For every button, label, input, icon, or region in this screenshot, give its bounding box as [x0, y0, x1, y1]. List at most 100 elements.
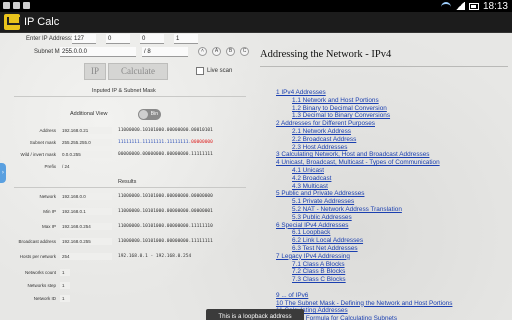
- class-b-button[interactable]: B: [226, 47, 235, 56]
- toc-link[interactable]: 2.3 Host Addresses: [276, 144, 452, 152]
- row-label: Broadcast address: [18, 239, 56, 244]
- broadcast-value: 192.168.0.255: [60, 238, 112, 245]
- toc-link[interactable]: 2.2 Broadcast Address: [276, 136, 452, 144]
- divider: [14, 187, 246, 188]
- app-title: IP Calc: [24, 16, 60, 28]
- wildcard-value: 0.0.0.255: [60, 151, 112, 158]
- class-c-button[interactable]: C: [240, 47, 249, 56]
- ip-button[interactable]: IP: [84, 63, 106, 80]
- toc-link[interactable]: [276, 284, 452, 292]
- subnet-mask-field[interactable]: 255.0.0.0: [60, 47, 136, 57]
- toc-link[interactable]: 10 The Subnet Mask - Defining the Networ…: [276, 300, 452, 308]
- network-value: 192.168.0.0: [60, 193, 112, 200]
- toc-link[interactable]: 5 Public and Private Addresses: [276, 190, 452, 198]
- ip-octet-2[interactable]: 0: [106, 34, 130, 44]
- row-label: Hosts per network: [19, 254, 56, 259]
- live-scan-label: Live scan: [207, 68, 233, 74]
- toc-link[interactable]: 6.1 Loopback: [276, 229, 452, 237]
- hosts-range: 192.168.0.1 - 192.168.0.254: [118, 254, 192, 259]
- notification-icon: [3, 2, 10, 9]
- clock: 18:13: [482, 0, 508, 12]
- live-scan-checkbox[interactable]: [196, 67, 204, 75]
- table-of-contents: 1 IPv4 Addresses 1.1 Network and Host Por…: [276, 89, 452, 320]
- wildcard-binary: 00000000.00000000.00000000.11111111: [118, 152, 213, 157]
- networks-count-value: 1: [60, 269, 70, 276]
- class-a-button[interactable]: A: [212, 47, 221, 56]
- mask-host-bits: 00000000: [191, 140, 213, 145]
- toc-link[interactable]: 5.3 Public Addresses: [276, 214, 452, 222]
- toc-link[interactable]: 4.1 Unicast: [276, 167, 452, 175]
- row-label: Subnet mask: [29, 140, 56, 145]
- row-label: Prefix: [44, 164, 56, 169]
- toc-link[interactable]: 6 Special IPv4 Addresses: [276, 222, 452, 230]
- doc-title-rule: [260, 66, 508, 67]
- network-binary: 11000000.10101000.00000000.00000000: [118, 194, 213, 199]
- networks-step-value: 1: [60, 282, 70, 289]
- row-label: Networks count: [24, 270, 56, 275]
- subnet-mask-value: 255.255.255.0: [60, 139, 112, 146]
- doc-title: Addressing the Network - IPv4: [260, 49, 392, 60]
- toc-link[interactable]: 3 Calculating Network, Host and Broadcas…: [276, 151, 452, 159]
- toc-link[interactable]: 1.2 Binary to Decimal Conversion: [276, 105, 452, 113]
- address-binary: 11000000.10101000.00000000.00010101: [118, 128, 213, 133]
- prefix-value: / 24: [60, 163, 74, 170]
- toc-link[interactable]: 4 Unicast, Broadcast, Multicast - Types …: [276, 159, 452, 167]
- signal-icon: [454, 2, 465, 10]
- content-area: › Enter IP Address: 127 0 0 1 Subnet Mas…: [0, 33, 512, 320]
- toc-link[interactable]: 9 ... of IPv6: [276, 292, 452, 300]
- results-title: Results: [118, 179, 137, 185]
- status-bar: 18:13: [0, 0, 512, 12]
- min-ip-value: 192.168.0.1: [60, 208, 112, 215]
- row-label: Network: [39, 194, 56, 199]
- toc-link[interactable]: 7.2 Class B Blocks: [276, 268, 452, 276]
- ip-label: Enter IP Address:: [26, 36, 73, 42]
- toc-link[interactable]: 1.1 Network and Host Portions: [276, 97, 452, 105]
- max-ip-binary: 11000000.10101000.00000000.11111110: [118, 224, 213, 229]
- ip-octet-3[interactable]: 0: [140, 34, 164, 44]
- notification-icons: [3, 2, 30, 9]
- mask-network-bits: 11111111.11111111.11111111.: [118, 140, 192, 145]
- binary-view-toggle[interactable]: Bin: [138, 109, 161, 120]
- toc-link[interactable]: 7.3 Class C Blocks: [276, 276, 452, 284]
- battery-icon: [468, 2, 479, 10]
- toc-link[interactable]: 6.2 Link Local Addresses: [276, 237, 452, 245]
- address-value: 192.168.0.21: [60, 127, 112, 134]
- toc-link[interactable]: 2.1 Network Address: [276, 128, 452, 136]
- additional-view-label: Additional View: [70, 111, 108, 117]
- spin-up-button[interactable]: ˄: [198, 47, 207, 56]
- row-label: Wild / invert mask: [20, 152, 56, 157]
- subnet-mask-binary: 11111111.11111111.11111111.00000000: [118, 139, 213, 146]
- toc-link[interactable]: 5.2 NAT - Network Address Translation: [276, 206, 452, 214]
- max-ip-value: 192.168.0.254: [60, 223, 112, 230]
- toc-link[interactable]: 1.3 Decimal to Binary Conversions: [276, 112, 452, 120]
- divider: [14, 96, 246, 97]
- toc-link[interactable]: 4.2 Broadcast: [276, 175, 452, 183]
- toggle-label: Bin: [150, 111, 158, 117]
- toc-link[interactable]: 6.3 Test Net Addresses: [276, 245, 452, 253]
- toc-link[interactable]: 5.1 Private Addresses: [276, 198, 452, 206]
- row-label: Networks step: [27, 283, 56, 288]
- broadcast-binary: 11000000.10101000.00000000.11111111: [118, 239, 213, 244]
- row-label: Min IP: [43, 209, 56, 214]
- network-id-value: 1: [60, 295, 70, 302]
- min-ip-binary: 11000000.10101000.00000000.00000001: [118, 209, 213, 214]
- toc-link[interactable]: 4.3 Multicast: [276, 183, 452, 191]
- notification-icon: [23, 2, 30, 9]
- toc-link[interactable]: 2 Addresses for Different Purposes: [276, 120, 452, 128]
- row-label: Network ID: [33, 296, 56, 301]
- ip-octet-1[interactable]: 127: [72, 34, 96, 44]
- inputted-section-title: Inputed IP & Subnet Mask: [92, 88, 156, 94]
- row-label: Address: [39, 128, 56, 133]
- ip-octet-4[interactable]: 1: [174, 34, 198, 44]
- app-logo-icon[interactable]: [4, 14, 21, 30]
- hosts-value: 254: [60, 253, 112, 260]
- toc-link[interactable]: 1 IPv4 Addresses: [276, 89, 452, 97]
- cidr-field[interactable]: / 8: [142, 47, 188, 57]
- calculator-pane: Enter IP Address: 127 0 0 1 Subnet Mask:…: [0, 33, 255, 320]
- wifi-icon: [440, 2, 451, 10]
- calculate-button[interactable]: Calculate: [108, 63, 168, 80]
- row-label: Max IP: [41, 224, 56, 229]
- notification-icon: [13, 2, 20, 9]
- toc-link[interactable]: 7.1 Class A Blocks: [276, 261, 452, 269]
- toc-link[interactable]: 7 Legacy IPv4 Addressing: [276, 253, 452, 261]
